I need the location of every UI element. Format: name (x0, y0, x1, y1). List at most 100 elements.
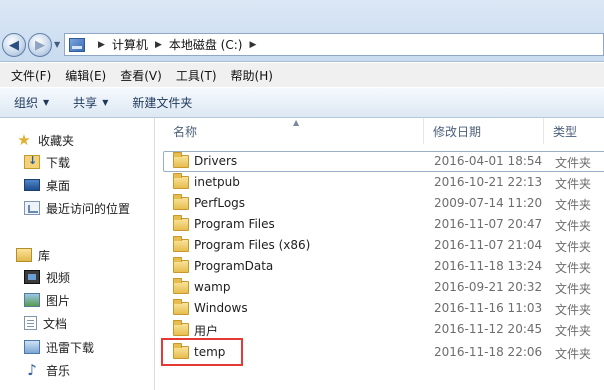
sidebar-item-label: 音乐 (46, 363, 71, 378)
folder-icon (173, 194, 189, 210)
file-date: 2016-11-18 22:06 (434, 345, 543, 359)
sidebar-item-label: 图片 (46, 293, 71, 308)
column-label: 名称 (173, 124, 198, 139)
address-toolbar: ◀ ▶ ▼ ▶ 计算机 ▶ 本地磁盘 (C:) ▶ (0, 0, 604, 62)
sidebar-libraries[interactable]: 库 (16, 245, 50, 265)
sidebar-item-recent-places[interactable]: 最近访问的位置 (24, 198, 130, 218)
sidebar-item-downloads[interactable]: 下载 (24, 152, 70, 172)
file-type: 文件夹 (555, 261, 592, 275)
folder-icon (173, 173, 189, 189)
back-button[interactable]: ◀ (2, 33, 26, 57)
file-name: wamp (194, 280, 231, 294)
file-date: 2016-11-18 13:24 (434, 259, 543, 273)
file-date: 2016-11-07 21:04 (434, 238, 543, 252)
file-name: Drivers (194, 154, 238, 168)
table-row[interactable]: 用户 2016-11-12 20:45 文件夹 (164, 319, 604, 340)
file-type: 文件夹 (555, 240, 592, 254)
command-bar: 组织 ▼ 共享 ▼ 新建文件夹 (0, 87, 604, 118)
sidebar-item-label: 桌面 (46, 178, 71, 193)
table-row[interactable]: Drivers 2016-04-01 18:54 文件夹 (164, 151, 604, 172)
arrow-right-icon: ▶ (35, 37, 45, 53)
table-row[interactable]: wamp 2016-09-21 20:32 文件夹 (164, 277, 604, 298)
sidebar-item-music[interactable]: ♪ 音乐 (24, 360, 70, 380)
file-type: 文件夹 (555, 282, 592, 296)
sidebar-item-thunder-downloads[interactable]: 迅雷下载 (24, 337, 94, 357)
table-row[interactable]: Program Files 2016-11-07 20:47 文件夹 (164, 214, 604, 235)
folder-icon (173, 215, 189, 231)
folder-icon (173, 278, 189, 294)
table-row[interactable]: Windows 2016-11-16 11:03 文件夹 (164, 298, 604, 319)
sidebar-item-label: 迅雷下载 (46, 340, 95, 355)
sidebar-item-label: 下载 (46, 155, 71, 170)
table-row[interactable]: inetpub 2016-10-21 22:13 文件夹 (164, 172, 604, 193)
breadcrumb-local-disk[interactable]: 本地磁盘 (C:) (169, 36, 243, 53)
file-type: 文件夹 (555, 324, 592, 338)
chevron-down-icon: ▼ (102, 98, 109, 107)
download-folder-icon (24, 154, 40, 169)
file-date: 2016-04-01 18:54 (434, 154, 543, 168)
folder-icon (173, 257, 189, 273)
menu-view[interactable]: 查看(V) (113, 67, 169, 84)
file-list: ▲ 名称 修改日期 类型 Drivers 2016-04-01 18:54 文件… (155, 118, 604, 390)
chevron-right-icon[interactable]: ▶ (155, 40, 162, 50)
file-name: inetpub (194, 175, 240, 189)
column-header-type[interactable]: 类型 (553, 118, 577, 144)
table-row[interactable]: Program Files (x86) 2016-11-07 21:04 文件夹 (164, 235, 604, 256)
file-type: 文件夹 (555, 198, 592, 212)
breadcrumb-computer[interactable]: 计算机 (112, 36, 148, 53)
sidebar-item-label: 库 (38, 248, 51, 263)
picture-icon (24, 293, 40, 307)
organize-button[interactable]: 组织 ▼ (14, 94, 49, 111)
video-icon (24, 270, 40, 284)
star-icon: ★ (17, 131, 31, 149)
navigation-pane: ★ 收藏夹 下载 桌面 最近访问的位置 库 视频 图片 文档 迅雷下载 ♪ 音乐 (0, 118, 154, 390)
table-row[interactable]: ProgramData 2016-11-18 13:24 文件夹 (164, 256, 604, 277)
sidebar-favorites[interactable]: ★ 收藏夹 (16, 130, 74, 150)
menu-edit[interactable]: 编辑(E) (58, 67, 113, 84)
address-bar[interactable]: ▶ 计算机 ▶ 本地磁盘 (C:) ▶ (64, 33, 604, 56)
table-row[interactable]: PerfLogs 2009-07-14 11:20 文件夹 (164, 193, 604, 214)
desktop-icon (24, 179, 40, 191)
file-date: 2009-07-14 11:20 (434, 196, 543, 210)
thunder-download-icon (24, 340, 40, 354)
chevron-down-icon: ▼ (43, 98, 50, 107)
sidebar-item-label: 文档 (43, 316, 68, 331)
column-header-name[interactable]: 名称 (173, 118, 197, 144)
chevron-right-icon[interactable]: ▶ (98, 40, 105, 50)
file-type: 文件夹 (555, 347, 592, 361)
sidebar-item-desktop[interactable]: 桌面 (24, 175, 70, 195)
chevron-right-icon[interactable]: ▶ (249, 40, 256, 50)
highlight-annotation-box (161, 338, 243, 366)
column-header-modified[interactable]: 修改日期 (433, 118, 481, 144)
menu-help[interactable]: 帮助(H) (224, 67, 280, 84)
column-divider[interactable] (423, 118, 424, 144)
document-icon (24, 316, 37, 330)
recent-pages-dropdown[interactable]: ▼ (54, 40, 60, 49)
file-date: 2016-11-07 20:47 (434, 217, 543, 231)
organize-label: 组织 (14, 96, 39, 110)
recent-places-icon (24, 201, 40, 215)
file-date: 2016-11-16 11:03 (434, 301, 543, 315)
forward-button[interactable]: ▶ (28, 33, 52, 57)
menu-tools[interactable]: 工具(T) (169, 67, 224, 84)
folder-icon (173, 299, 189, 315)
menu-bar: 文件(F) 编辑(E) 查看(V) 工具(T) 帮助(H) (0, 63, 604, 87)
sidebar-item-videos[interactable]: 视频 (24, 267, 70, 287)
sidebar-item-label: 视频 (46, 270, 71, 285)
new-folder-button[interactable]: 新建文件夹 (132, 94, 192, 111)
sidebar-item-documents[interactable]: 文档 (24, 313, 67, 333)
file-type: 文件夹 (555, 219, 592, 233)
file-name: ProgramData (194, 259, 274, 273)
computer-icon (69, 37, 85, 52)
sidebar-item-pictures[interactable]: 图片 (24, 290, 70, 310)
menu-file[interactable]: 文件(F) (4, 67, 58, 84)
file-type: 文件夹 (555, 177, 592, 191)
file-date: 2016-10-21 22:13 (434, 175, 543, 189)
column-divider[interactable] (543, 118, 544, 144)
sidebar-item-label: 收藏夹 (38, 133, 75, 148)
folder-icon (173, 236, 189, 252)
column-label: 修改日期 (433, 124, 482, 139)
music-note-icon: ♪ (27, 361, 37, 379)
share-button[interactable]: 共享 ▼ (73, 94, 108, 111)
new-folder-label: 新建文件夹 (132, 96, 193, 110)
